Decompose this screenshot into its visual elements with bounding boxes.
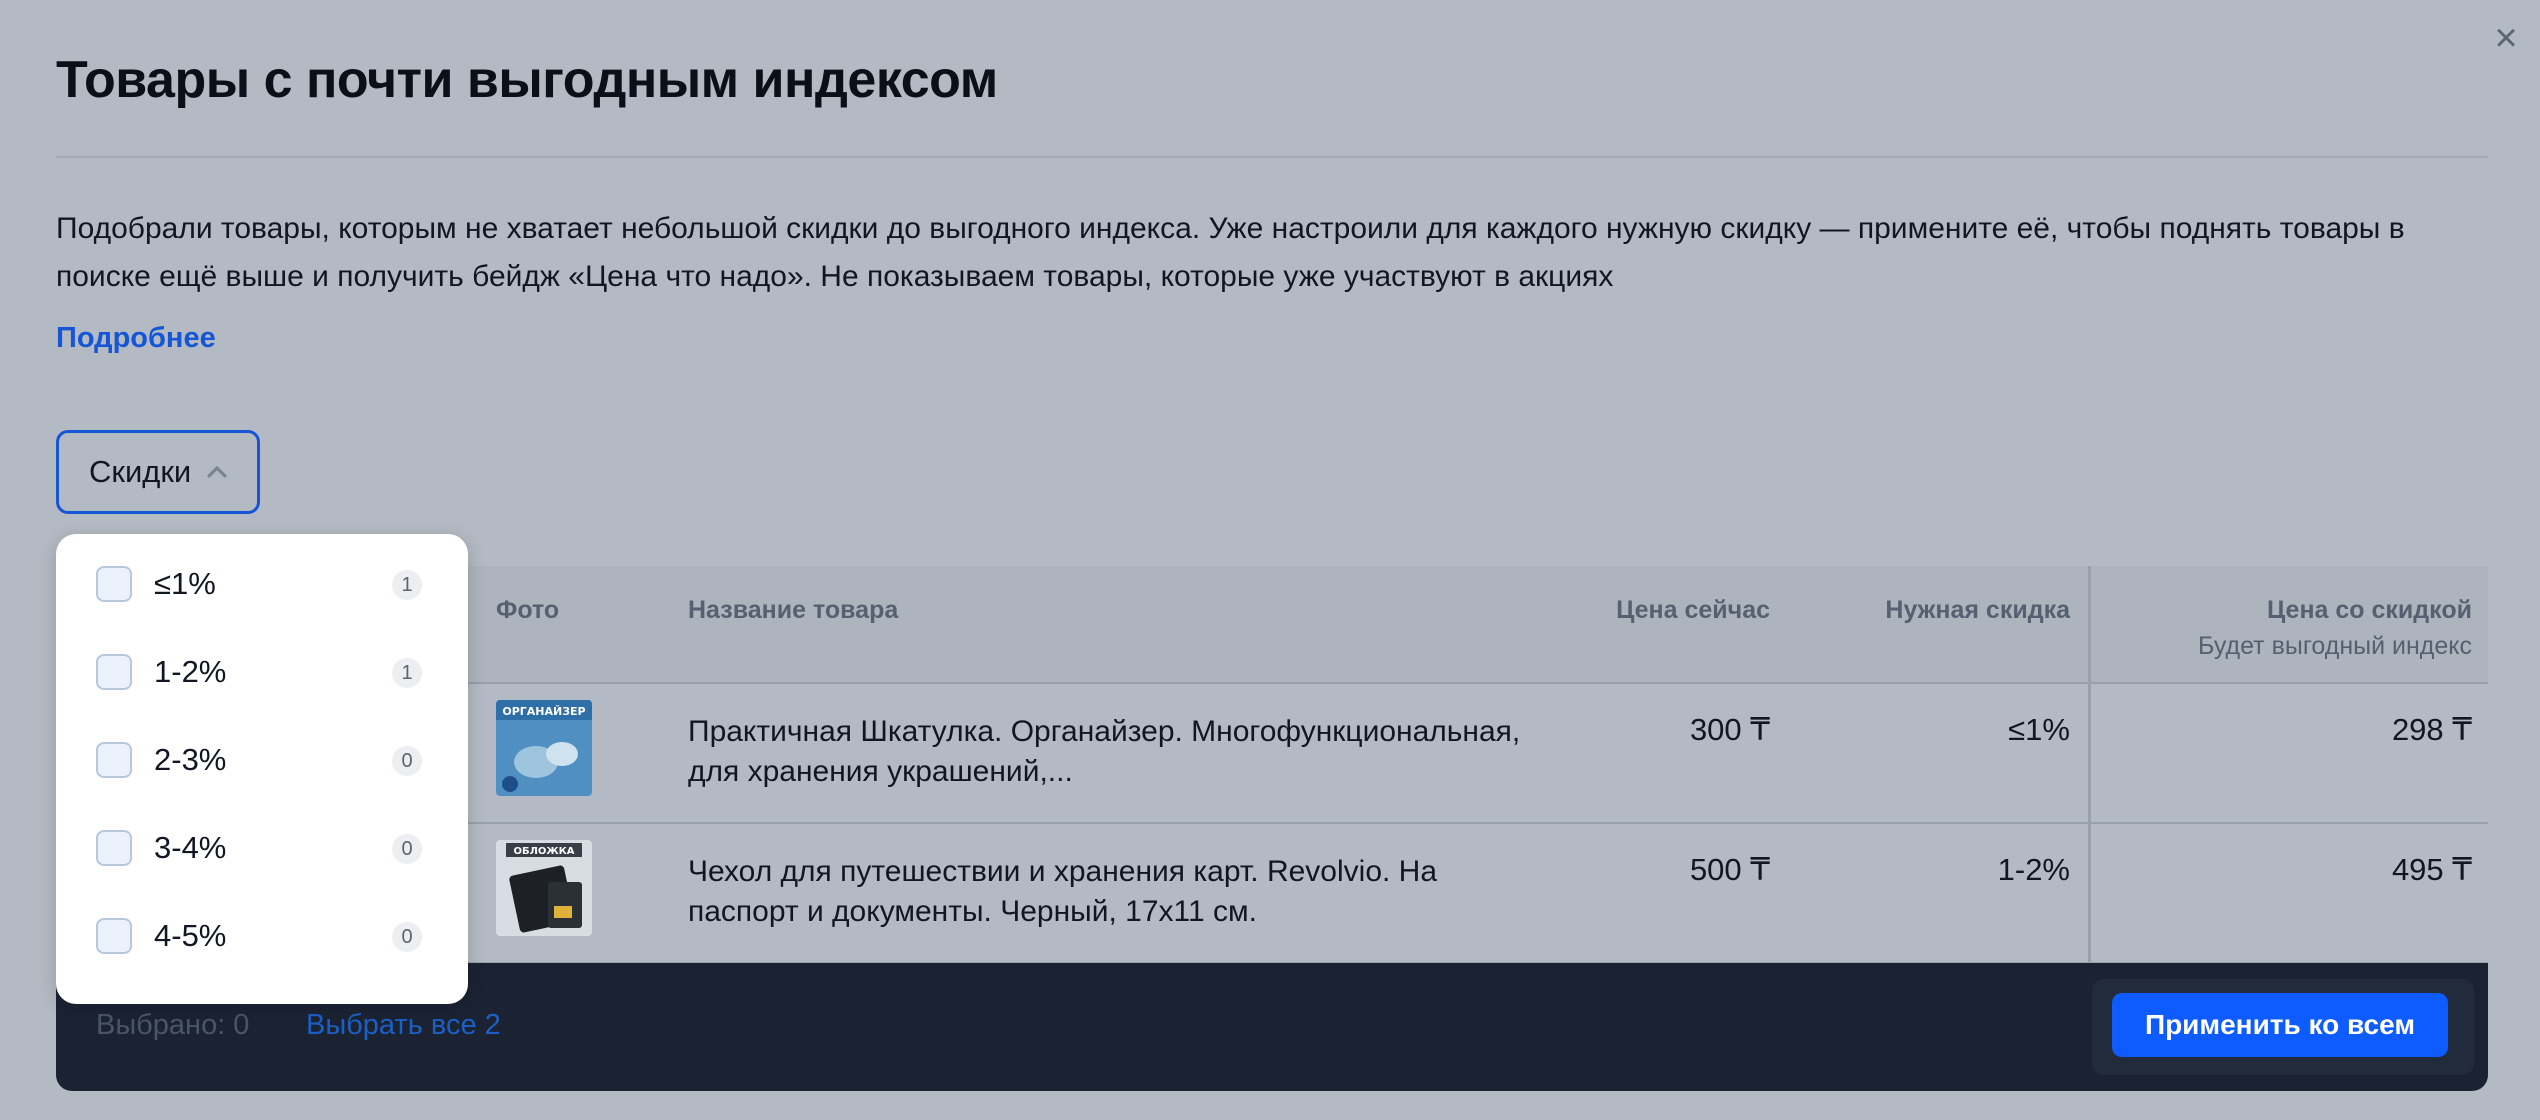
product-name: Чехол для путешествии и хранения карт. R…	[688, 855, 1438, 928]
thumb-text: ОРГАНАЙЗЕР	[502, 705, 585, 718]
checkbox[interactable]	[96, 830, 132, 866]
discount-option-1-2[interactable]: 1-2% 1	[56, 630, 468, 718]
thumb-text: ОБЛОЖКА	[513, 846, 574, 857]
discount-price: 495 ₸	[2391, 852, 2472, 887]
col-photo: Фото	[496, 596, 560, 624]
price-now: 500 ₸	[1689, 852, 1770, 887]
product-thumbnail: ОБЛОЖКА	[496, 840, 592, 936]
discount-dropdown: ≤1% 1 1-2% 1 2-3% 0 3-4% 0 4-5% 0	[56, 534, 468, 1004]
chevron-up-icon	[207, 466, 227, 478]
product-thumbnail: ОРГАНАЙЗЕР	[496, 700, 592, 796]
discount-option-4-5[interactable]: 4-5% 0	[56, 894, 468, 982]
discount-option-3-4[interactable]: 3-4% 0	[56, 806, 468, 894]
option-label: 2-3%	[154, 742, 227, 777]
product-name: Практичная Шкатулка. Органайзер. Многофу…	[688, 715, 1521, 788]
discount-price: 298 ₸	[2391, 712, 2472, 747]
option-count-badge: 0	[392, 746, 422, 776]
discount-option-le1[interactable]: ≤1% 1	[56, 542, 468, 630]
discount-filter-button[interactable]: Скидки	[56, 430, 260, 514]
option-label: 1-2%	[154, 654, 227, 689]
needed-discount: 1-2%	[1997, 852, 2070, 887]
col-needed-discount: Нужная скидка	[1885, 596, 2070, 624]
checkbox[interactable]	[96, 742, 132, 778]
modal-description: Подобрали товары, которым не хватает неб…	[56, 212, 2405, 293]
checkbox[interactable]	[96, 918, 132, 954]
option-count-badge: 0	[392, 834, 422, 864]
modal: × Товары с почти выгодным индексом Подоб…	[0, 0, 2540, 1120]
col-discount-price: Цена со скидкой	[2266, 596, 2472, 624]
select-all-link[interactable]: Выбрать все 2	[306, 1009, 501, 1042]
option-count-badge: 1	[392, 658, 422, 688]
apply-to-all-button[interactable]: Применить ко всем	[2112, 993, 2448, 1057]
option-count-badge: 1	[392, 570, 422, 600]
option-label: ≤1%	[154, 566, 216, 601]
close-icon[interactable]: ×	[2486, 18, 2526, 58]
modal-title: Товары с почти выгодным индексом	[56, 51, 998, 109]
selected-count: Выбрано: 0	[96, 1009, 250, 1041]
option-label: 3-4%	[154, 830, 227, 865]
column-divider	[2088, 566, 2091, 964]
col-discount-price-sub: Будет выгодный индекс	[2197, 632, 2472, 660]
col-price-now: Цена сейчас	[1616, 596, 1770, 624]
needed-discount: ≤1%	[2008, 712, 2070, 747]
price-now: 300 ₸	[1689, 712, 1770, 747]
title-divider	[56, 156, 2488, 158]
option-count-badge: 0	[392, 922, 422, 952]
filter-label: Скидки	[89, 454, 192, 489]
discount-option-2-3[interactable]: 2-3% 0	[56, 718, 468, 806]
more-link[interactable]: Подробнее	[56, 322, 216, 355]
checkbox[interactable]	[96, 654, 132, 690]
option-label: 4-5%	[154, 918, 227, 953]
apply-button-container: Применить ко всем	[2092, 979, 2474, 1075]
col-name: Название товара	[688, 596, 899, 624]
checkbox[interactable]	[96, 566, 132, 602]
